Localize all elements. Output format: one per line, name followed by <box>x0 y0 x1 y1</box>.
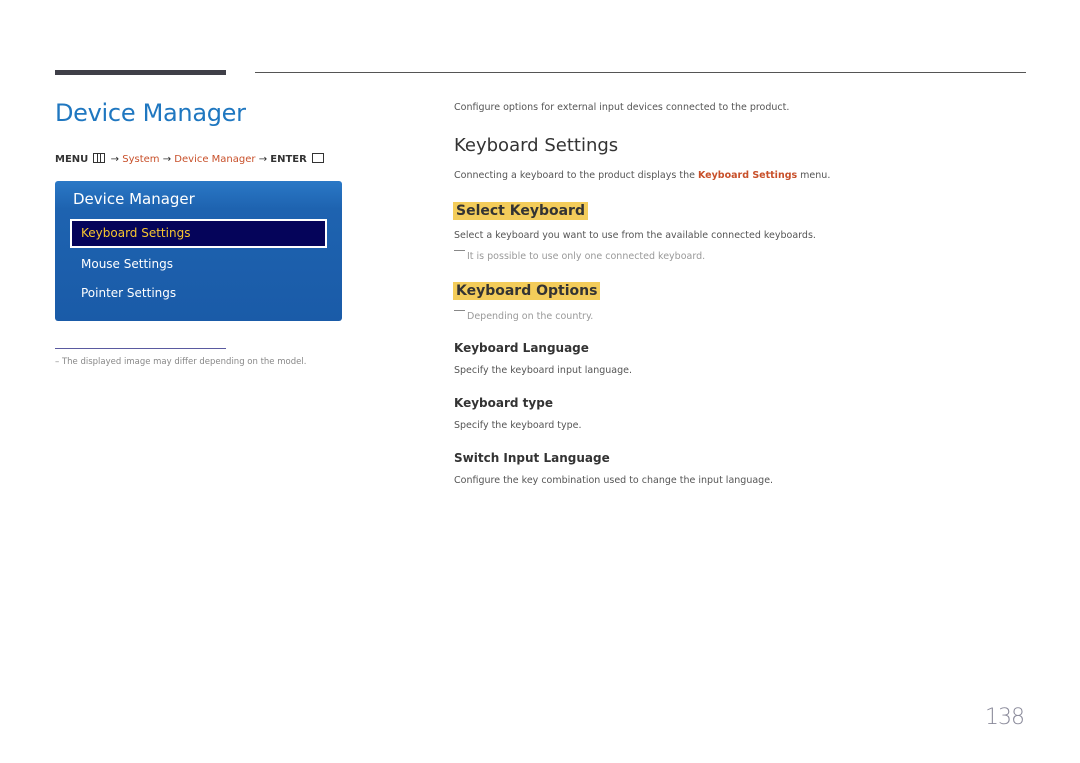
enter-label: ENTER <box>270 154 307 165</box>
keyboard-options-note: Depending on the country. <box>454 310 593 322</box>
osd-item-keyboard-settings[interactable]: Keyboard Settings <box>70 219 327 248</box>
desc-suffix: menu. <box>797 170 831 181</box>
note-text: Depending on the country. <box>467 311 594 322</box>
footnote-text: The displayed image may differ depending… <box>61 357 307 367</box>
arrow: → <box>162 154 172 165</box>
note-dash <box>454 250 465 251</box>
menu-icon <box>93 153 106 163</box>
keyboard-options-heading: Keyboard Options <box>453 280 601 300</box>
osd-menu-panel: Device Manager Keyboard Settings Mouse S… <box>55 181 342 321</box>
page-number: 138 <box>985 705 1025 730</box>
enter-icon <box>312 153 325 163</box>
keyboard-settings-desc: Connecting a keyboard to the product dis… <box>454 170 830 181</box>
select-keyboard-heading: Select Keyboard <box>453 200 588 220</box>
footnote: – The displayed image may differ dependi… <box>55 357 307 367</box>
note-dash <box>454 310 465 311</box>
osd-item-label: Keyboard Settings <box>81 226 191 240</box>
note-text: It is possible to use only one connected… <box>467 251 706 262</box>
menu-path-system: System <box>122 154 160 165</box>
keyboard-type-heading: Keyboard type <box>454 396 553 410</box>
header-thick-rule <box>55 70 226 75</box>
osd-title: Device Manager <box>73 190 195 208</box>
page-title: Device Manager <box>55 99 246 127</box>
keyboard-type-desc: Specify the keyboard type. <box>454 420 582 431</box>
menu-path: MENU → System → Device Manager → ENTER <box>55 153 326 165</box>
desc-highlight: Keyboard Settings <box>697 170 798 181</box>
switch-input-language-desc: Configure the key combination used to ch… <box>454 475 774 486</box>
arrow: → <box>258 154 268 165</box>
select-keyboard-tag: Select Keyboard <box>453 202 588 220</box>
osd-item-mouse-settings[interactable]: Mouse Settings <box>81 257 173 271</box>
menu-label: MENU <box>55 154 89 165</box>
menu-path-device-manager: Device Manager <box>174 154 256 165</box>
select-keyboard-desc: Select a keyboard you want to use from t… <box>454 230 816 241</box>
header-thin-rule <box>255 72 1026 73</box>
select-keyboard-note: It is possible to use only one connected… <box>454 250 705 262</box>
footnote-rule <box>55 348 226 349</box>
desc-prefix: Connecting a keyboard to the product dis… <box>454 170 698 181</box>
intro-text: Configure options for external input dev… <box>454 102 790 113</box>
keyboard-settings-heading: Keyboard Settings <box>454 135 619 156</box>
arrow: → <box>110 154 120 165</box>
keyboard-language-heading: Keyboard Language <box>454 341 589 355</box>
osd-item-pointer-settings[interactable]: Pointer Settings <box>81 286 176 300</box>
keyboard-language-desc: Specify the keyboard input language. <box>454 365 632 376</box>
switch-input-language-heading: Switch Input Language <box>454 451 610 465</box>
keyboard-options-tag: Keyboard Options <box>453 282 601 300</box>
